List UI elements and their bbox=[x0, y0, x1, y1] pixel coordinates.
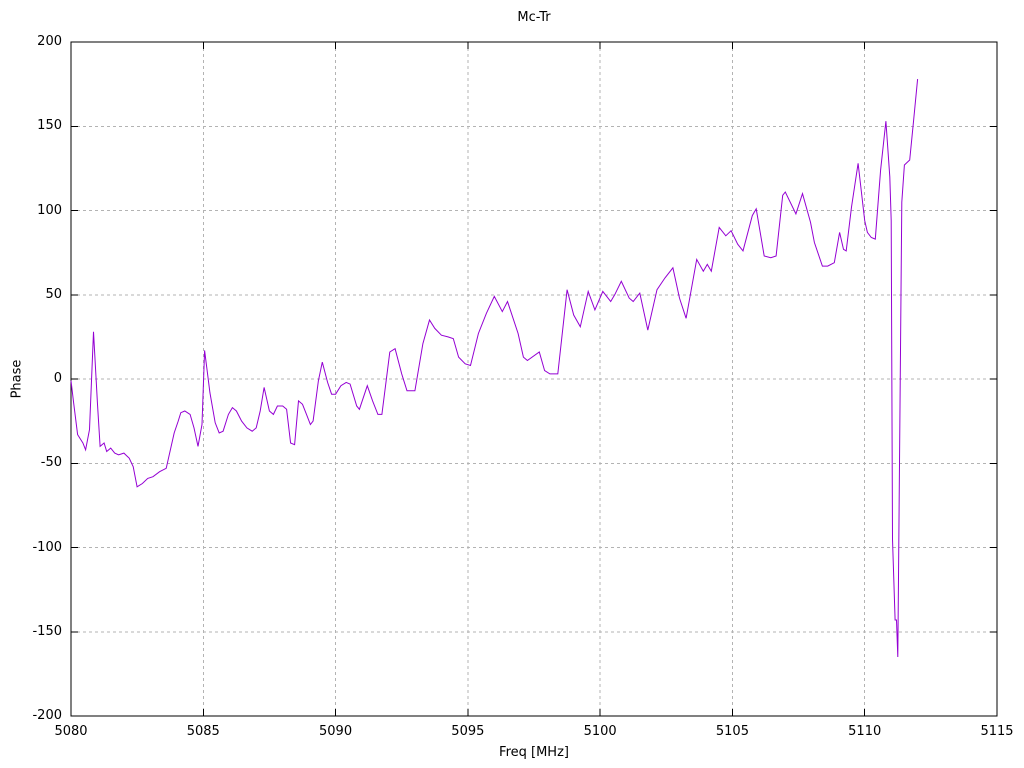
x-tick-label: 5105 bbox=[715, 724, 749, 739]
y-tick-label: 200 bbox=[37, 34, 62, 49]
x-axis-label: Freq [MHz] bbox=[499, 745, 569, 760]
y-tick-label: 50 bbox=[45, 286, 62, 302]
x-tick-label: 5095 bbox=[451, 724, 485, 739]
data-line-Mc-Tr bbox=[70, 79, 919, 658]
x-tick-label: 5100 bbox=[583, 724, 617, 739]
x-tick-label: 5090 bbox=[319, 724, 353, 739]
y-tick-label: -200 bbox=[32, 708, 62, 723]
y-tick-label: 100 bbox=[37, 202, 62, 218]
y-tick-label: -100 bbox=[32, 539, 62, 555]
y-tick-label: -50 bbox=[40, 455, 62, 471]
y-tick-label: 0 bbox=[53, 371, 62, 386]
plot-area bbox=[70, 41, 998, 717]
x-tick-label: 5085 bbox=[186, 724, 220, 739]
y-tick-label: 150 bbox=[37, 118, 62, 134]
chart-title: Mc-Tr bbox=[517, 10, 551, 25]
chart-canvas: Mc-Tr Phase Freq [MHz] 5080 5085 5090 5095 5… bbox=[0, 0, 1024, 768]
y-tick-label: -150 bbox=[32, 623, 62, 639]
x-tick-label: 5110 bbox=[848, 724, 882, 739]
x-tick-label: 5115 bbox=[980, 724, 1014, 739]
x-tick-label: 5080 bbox=[54, 724, 88, 739]
